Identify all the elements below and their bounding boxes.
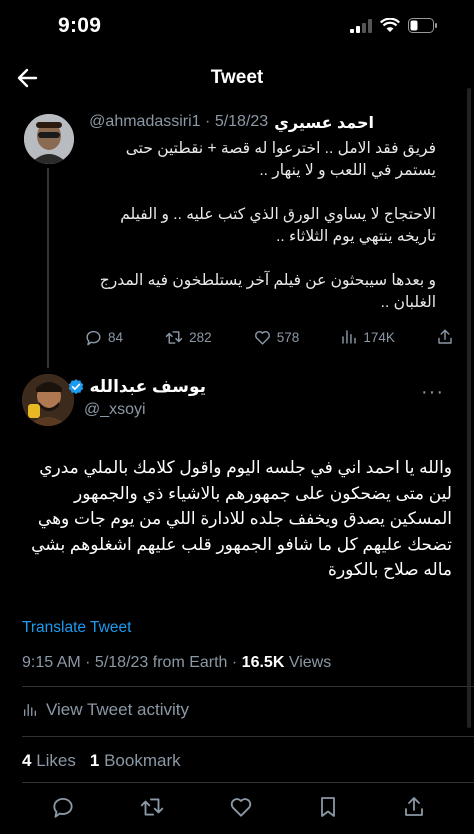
- parent-tweet-header: احمد عسيري @ahmadassiri1 · 5/18/23: [89, 113, 374, 133]
- reply-author-name[interactable]: يوسف عبدالله: [89, 377, 206, 397]
- parent-tweet-actions: 84 282 578 174K: [84, 326, 454, 348]
- tweet-date: 5/18/23: [94, 654, 149, 671]
- views-chart-icon: [342, 330, 357, 344]
- activity-label: View Tweet activity: [46, 700, 189, 719]
- reply-icon[interactable]: [50, 794, 76, 820]
- reply-action[interactable]: 84: [84, 328, 123, 347]
- views-count: 174K: [363, 329, 395, 345]
- tweet-views-label: Views: [288, 654, 332, 671]
- parent-tweet-text: فريق فقد الامل .. اخترعوا له قصة + نقطتي…: [96, 138, 436, 336]
- tweet-time: 9:15 AM: [22, 654, 81, 671]
- reply-author-handle[interactable]: @_xsoyi: [84, 401, 146, 419]
- retweet-icon: [165, 330, 183, 344]
- parent-author-handle[interactable]: @ahmadassiri1 · 5/18/23: [89, 113, 268, 133]
- view-tweet-activity[interactable]: View Tweet activity: [22, 700, 189, 720]
- tweet-meta: 9:15 AM · 5/18/23 from Earth · 16.5K Vie…: [22, 654, 332, 671]
- divider: [22, 782, 474, 783]
- activity-chart-icon: [24, 704, 36, 716]
- thread-connector-line: [47, 168, 49, 368]
- parent-author-name[interactable]: احمد عسيري: [274, 113, 374, 133]
- parent-paragraph-1: فريق فقد الامل .. اخترعوا له قصة + نقطتي…: [125, 140, 436, 179]
- retweet-icon[interactable]: [138, 794, 166, 820]
- retweet-action[interactable]: 282: [164, 328, 212, 347]
- reply-icon: [86, 330, 101, 345]
- status-bar: 9:09: [0, 0, 474, 56]
- signal-icon: [350, 18, 372, 33]
- page-title: Tweet: [210, 67, 264, 88]
- reply-author-name-row[interactable]: يوسف عبدالله: [67, 377, 206, 397]
- translate-tweet-link[interactable]: Translate Tweet: [22, 619, 131, 637]
- reply-tweet-text: والله يا احمد اني في جلسه اليوم واقول كل…: [31, 458, 452, 579]
- share-action[interactable]: [436, 328, 454, 346]
- top-app-bar: Tweet: [0, 56, 474, 100]
- tweet-action-bar: [50, 794, 426, 820]
- reply-count: 84: [108, 329, 124, 345]
- like-count: 578: [276, 329, 300, 345]
- parent-author-avatar[interactable]: [24, 114, 74, 164]
- parent-paragraph-2: الاحتجاج لا يساوي الورق الذي كتب عليه ..…: [120, 206, 436, 245]
- battery-icon: [408, 18, 437, 33]
- status-time: 9:09: [58, 14, 102, 37]
- retweet-count: 282: [189, 329, 212, 345]
- scrollbar[interactable]: [467, 88, 471, 728]
- like-action[interactable]: 578: [253, 328, 300, 347]
- more-options-icon[interactable]: ···: [421, 381, 444, 404]
- verified-badge-icon: [69, 379, 84, 395]
- bookmark-icon[interactable]: [316, 794, 340, 820]
- status-icons: [350, 18, 438, 33]
- reply-author-avatar[interactable]: [22, 374, 74, 426]
- engagement-stats: 4 Likes 1 Bookmark: [22, 751, 181, 771]
- views-action[interactable]: 174K: [340, 328, 395, 346]
- divider: [22, 736, 474, 737]
- heart-icon[interactable]: [228, 794, 254, 820]
- tweet-views-count: 16.5K: [241, 654, 285, 671]
- divider: [22, 686, 474, 687]
- tweet-source: from Earth: [152, 654, 228, 671]
- parent-paragraph-3: و بعدها سيبحثون عن فيلم آخر يستلطخون فيه…: [99, 272, 436, 311]
- bookmarks-stat[interactable]: 1 Bookmark: [90, 751, 181, 771]
- share-icon: [438, 329, 452, 344]
- likes-stat[interactable]: 4 Likes: [22, 751, 76, 771]
- share-icon[interactable]: [402, 794, 426, 820]
- wifi-icon: [380, 18, 400, 32]
- heart-icon: [254, 330, 270, 345]
